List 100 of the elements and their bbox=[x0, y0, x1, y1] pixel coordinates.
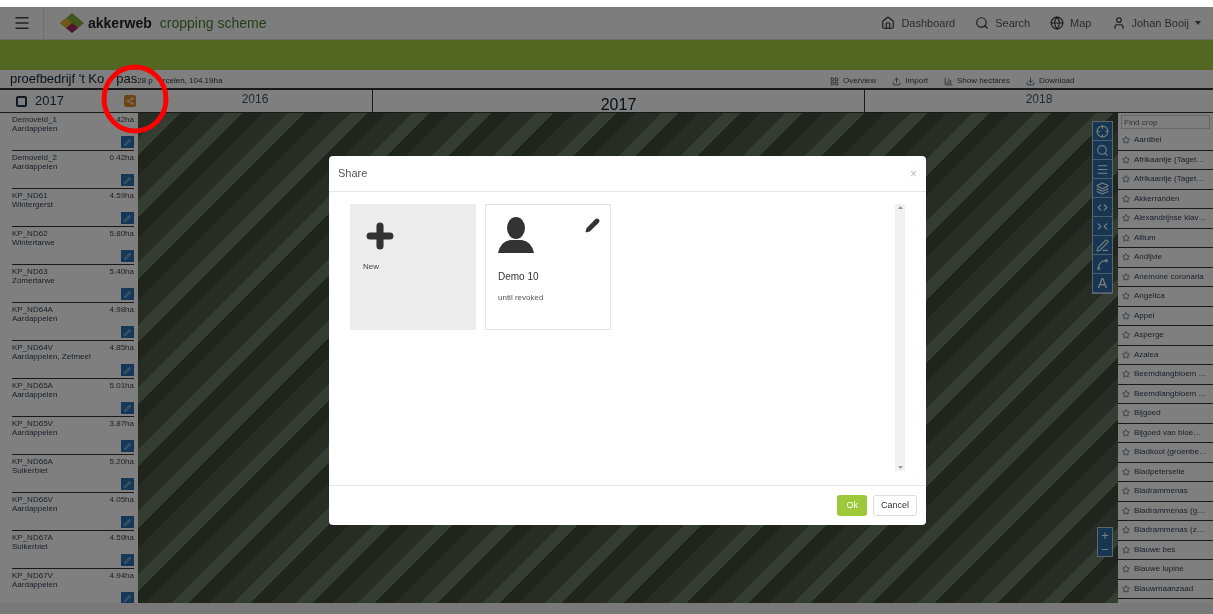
menu-icon bbox=[12, 14, 31, 32]
toolbar-link[interactable]: Import bbox=[892, 75, 928, 87]
field-row[interactable]: KP_ND63 Zomertarwe 5.40ha bbox=[12, 265, 134, 303]
pencil-icon bbox=[124, 328, 131, 336]
map-tool-button[interactable] bbox=[1093, 236, 1112, 255]
field-row[interactable]: KP_ND64V Aardappelen, Zetmeel 4.85ha bbox=[12, 341, 134, 379]
star-icon bbox=[1122, 136, 1130, 145]
field-row[interactable]: KP_ND66V Aardappelen 4.05ha bbox=[12, 493, 134, 531]
nav-link[interactable]: Map bbox=[1050, 14, 1092, 32]
scrollbar[interactable] bbox=[895, 204, 905, 471]
field-row[interactable]: Demoveld_2 Aardappelen 0.42ha bbox=[12, 151, 134, 189]
field-row[interactable]: KP_ND67A Suikerbiet 4.59ha bbox=[12, 531, 134, 569]
year-column-header: 2016 bbox=[241, 91, 269, 108]
crop-item[interactable]: Bladrammenas (z… bbox=[1118, 521, 1213, 541]
crop-item[interactable]: Beemdlangbloem … bbox=[1118, 365, 1213, 385]
crop-item[interactable]: Blauwmaanzaad bbox=[1118, 579, 1213, 599]
field-area: 3.87ha bbox=[109, 419, 134, 428]
crop-item[interactable]: Blauwe lupine bbox=[1118, 560, 1213, 580]
edit-button[interactable] bbox=[121, 554, 134, 566]
search-icon bbox=[975, 16, 990, 30]
edit-button[interactable] bbox=[121, 326, 134, 338]
logo-icon bbox=[60, 13, 84, 33]
field-area: 5.40ha bbox=[109, 267, 134, 276]
field-area: 4.85ha bbox=[109, 343, 134, 352]
map-tool-button[interactable]: A bbox=[1093, 274, 1112, 293]
field-row[interactable]: KP_ND64A Aardappelen 4.98ha bbox=[12, 303, 134, 341]
field-area: 5.01ha bbox=[109, 381, 134, 390]
crop-item[interactable]: Andijvie bbox=[1118, 248, 1213, 268]
edit-button[interactable] bbox=[121, 440, 134, 452]
crop-item[interactable]: Bladpeterselie bbox=[1118, 462, 1213, 482]
crop-item[interactable]: Bladrammenas (g… bbox=[1118, 501, 1213, 521]
pencil-icon bbox=[124, 594, 131, 602]
edit-button[interactable] bbox=[121, 516, 134, 528]
crop-item[interactable]: Bijgoed bbox=[1118, 404, 1213, 424]
crop-item[interactable]: Asperge bbox=[1118, 326, 1213, 346]
edit-button[interactable] bbox=[121, 174, 134, 186]
field-row[interactable]: KP_ND61 Wintergerst 4.59ha bbox=[12, 189, 134, 227]
crop-item[interactable]: Allium bbox=[1118, 228, 1213, 248]
toolbar-link[interactable]: Download bbox=[1025, 75, 1075, 87]
star-icon bbox=[1122, 311, 1130, 320]
share-button[interactable] bbox=[124, 95, 136, 107]
crop-item[interactable]: Akkerranden bbox=[1118, 189, 1213, 209]
crop-item[interactable]: Alexandrijnse klav… bbox=[1118, 209, 1213, 229]
crop-item[interactable]: Azalea bbox=[1118, 345, 1213, 365]
field-row[interactable]: KP_ND65V Aardappelen 3.87ha bbox=[12, 417, 134, 455]
crop-item[interactable]: Bijgoed van bloe… bbox=[1118, 423, 1213, 443]
zoom-button[interactable]: − bbox=[1098, 542, 1112, 556]
star-icon bbox=[1122, 370, 1130, 379]
globe-icon bbox=[1050, 16, 1065, 30]
star-icon bbox=[1122, 350, 1130, 359]
crop-item[interactable]: Afrikaantje (Taget… bbox=[1118, 170, 1213, 190]
field-row[interactable]: KP_ND62 Wintertarwe 5.80ha bbox=[12, 227, 134, 265]
crop-item[interactable]: Bladrammenas bbox=[1118, 482, 1213, 502]
field-area: 4.59ha bbox=[109, 533, 134, 542]
share-card[interactable]: Demo 10 until revoked bbox=[485, 204, 611, 330]
download-icon bbox=[1025, 76, 1035, 86]
edit-button[interactable] bbox=[121, 402, 134, 414]
crop-item[interactable]: Angelica bbox=[1118, 287, 1213, 307]
edit-button[interactable] bbox=[121, 212, 134, 224]
crop-name: Aardappelen, Zetmeel bbox=[12, 352, 92, 361]
new-share-card[interactable]: New bbox=[350, 204, 476, 330]
crop-search-field[interactable]: Find crop bbox=[1121, 115, 1210, 129]
field-area: 42ha bbox=[116, 115, 134, 124]
field-name: KP_ND66A bbox=[12, 457, 54, 466]
nav-link[interactable]: Search bbox=[975, 14, 1031, 32]
map-tool-button[interactable] bbox=[1093, 179, 1112, 198]
edit-button[interactable] bbox=[121, 136, 134, 148]
edit-button[interactable] bbox=[121, 250, 134, 262]
field-row[interactable]: Demoveld_1 Aardappelen 42ha bbox=[12, 113, 134, 151]
crop-item[interactable]: Afrikaantje (Taget… bbox=[1118, 150, 1213, 170]
edit-button[interactable] bbox=[121, 478, 134, 490]
crop-item[interactable]: Blauwe bes bbox=[1118, 540, 1213, 560]
field-row[interactable]: KP_ND65A Aardappelen 5.01ha bbox=[12, 379, 134, 417]
star-icon bbox=[1122, 233, 1130, 242]
star-icon bbox=[1122, 331, 1130, 340]
field-name: Demoveld_2 bbox=[12, 153, 58, 162]
crop-item[interactable]: Beemdlangbloem … bbox=[1118, 384, 1213, 404]
crop-name: Zomertarwe bbox=[12, 276, 56, 285]
zoom-button[interactable]: + bbox=[1098, 528, 1112, 542]
toolbar-link[interactable]: Overview bbox=[830, 75, 877, 87]
crop-item[interactable]: Appel bbox=[1118, 306, 1213, 326]
year-column-header: 2017 bbox=[600, 95, 637, 112]
edit-button[interactable] bbox=[121, 364, 134, 376]
share-icon bbox=[126, 97, 134, 105]
edit-button[interactable] bbox=[121, 592, 134, 603]
field-row[interactable]: KP_ND66A Suikerbiet 5.20ha bbox=[12, 455, 134, 493]
crop-item[interactable]: Bladkool (groenbe… bbox=[1118, 443, 1213, 463]
crop-name: Aardappelen bbox=[12, 162, 59, 171]
cancel-button[interactable]: Cancel bbox=[873, 495, 917, 516]
nav-link[interactable]: Johan Booij bbox=[1111, 14, 1201, 32]
toolbar-link[interactable]: Show hectares bbox=[944, 75, 1010, 87]
crop-item[interactable]: Anemone coronaria bbox=[1118, 267, 1213, 287]
year-checkbox[interactable] bbox=[16, 95, 27, 107]
map-tool-button[interactable] bbox=[1093, 122, 1112, 141]
nav-link[interactable]: Dashboard bbox=[881, 14, 956, 32]
app-title: cropping scheme bbox=[159, 13, 267, 33]
edit-icon bbox=[585, 218, 600, 233]
star-icon bbox=[1122, 467, 1130, 476]
crop-item[interactable]: Aardbei bbox=[1118, 131, 1213, 151]
edit-button[interactable] bbox=[121, 288, 134, 300]
